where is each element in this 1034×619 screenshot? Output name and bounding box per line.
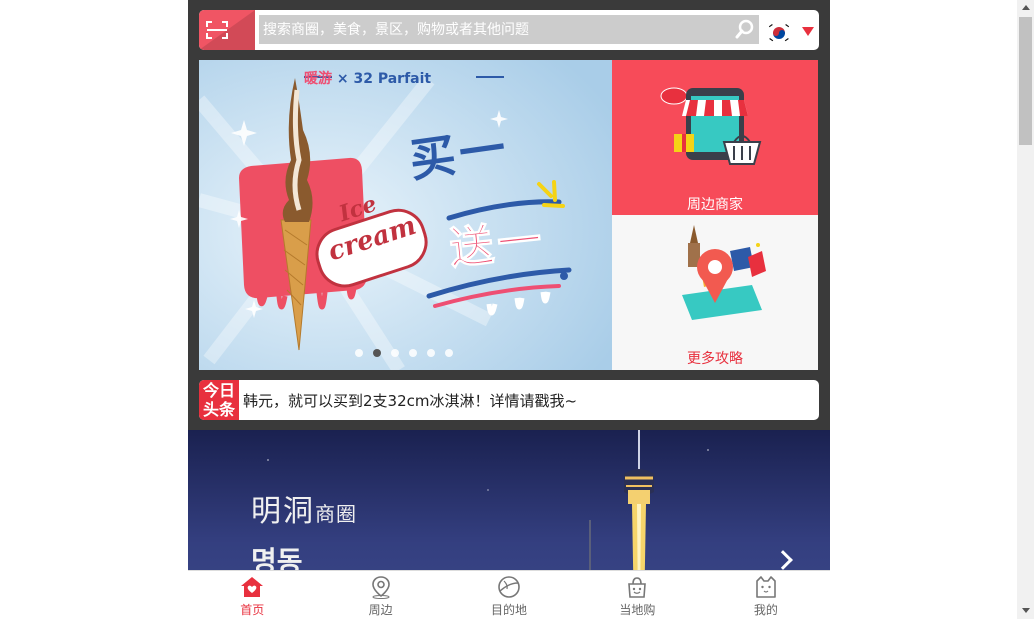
shopping-bag-icon	[628, 577, 647, 598]
shop-cart-icon: NEW	[660, 87, 762, 165]
feature-title: 明洞商圈	[251, 486, 357, 530]
banner-brand-en: 32 Parfait	[353, 71, 432, 87]
carousel-dot[interactable]	[409, 349, 417, 357]
carousel-dots	[355, 349, 453, 357]
tab-profile[interactable]: 我的	[702, 571, 830, 619]
search-icon[interactable]	[734, 19, 756, 41]
tab-home[interactable]: 首页	[188, 571, 316, 619]
viewport: 暖游 × 32 Parfait Ice cream 买一 送一 NEW	[0, 0, 1034, 619]
feature-title-suffix: 商圈	[315, 502, 357, 526]
tab-nearby-label: 周边	[368, 603, 393, 617]
page-scrollbar[interactable]	[1017, 0, 1034, 619]
tab-destination[interactable]: 目的地	[445, 571, 573, 619]
language-dropdown-arrow-icon[interactable]	[802, 27, 814, 36]
carousel-dot[interactable]	[445, 349, 453, 357]
carousel-dot[interactable]	[355, 349, 363, 357]
nearby-merchants-tile[interactable]: NEW 周边商家	[612, 60, 818, 215]
scrollbar-thumb[interactable]	[1019, 17, 1032, 145]
tab-local-shopping[interactable]: 当地购	[573, 571, 701, 619]
tab-destination-label: 目的地	[491, 603, 528, 617]
planet-icon	[498, 576, 520, 598]
more-guides-label: 更多攻略	[687, 351, 743, 367]
carousel-dot[interactable]	[373, 349, 381, 357]
scroll-down-arrow-icon[interactable]	[1022, 608, 1030, 613]
profile-cat-icon	[756, 576, 776, 598]
bottom-tab-bar: 首页 周边 目的地 当地购 我的	[188, 570, 830, 619]
scroll-up-arrow-icon[interactable]	[1022, 5, 1030, 10]
carousel-dot[interactable]	[391, 349, 399, 357]
tab-home-label: 首页	[240, 603, 265, 617]
search-bar	[199, 10, 819, 50]
banner-header-x: ×	[332, 71, 354, 87]
tab-local-shopping-label: 当地购	[619, 603, 656, 617]
mobile-app-frame: 暖游 × 32 Parfait Ice cream 买一 送一 NEW	[188, 0, 830, 619]
tab-profile-label: 我的	[753, 603, 778, 617]
news-headline-text[interactable]: 韩元，就可以买到2支32cm冰淇淋！详情请戳我~	[243, 390, 577, 411]
location-pin-icon	[371, 576, 390, 599]
scan-button[interactable]	[199, 10, 255, 50]
carousel-dot[interactable]	[427, 349, 435, 357]
more-guides-tile[interactable]: 更多攻略	[612, 215, 818, 370]
banner-headline-bottom: 送一	[447, 214, 549, 276]
today-headline-tag-line1: 今日	[202, 381, 235, 400]
nearby-merchants-label: 周边商家	[687, 197, 743, 213]
home-icon	[241, 577, 264, 597]
scan-icon	[206, 21, 228, 39]
search-input[interactable]	[259, 15, 759, 44]
tab-nearby[interactable]: 周边	[316, 571, 444, 619]
banner-header: 暖游 × 32 Parfait	[304, 68, 431, 88]
map-pin-landmarks-icon	[682, 225, 766, 320]
today-headline-tag-line2: 头条	[202, 400, 235, 419]
promo-banner-carousel[interactable]: 暖游 × 32 Parfait Ice cream 买一 送一	[199, 60, 612, 370]
today-headline-tag: 今日 头条	[199, 380, 239, 420]
feature-title-main: 明洞	[251, 494, 315, 529]
news-ticker[interactable]: 今日 头条 韩元，就可以买到2支32cm冰淇淋！详情请戳我~	[199, 380, 819, 420]
banner-headline-top: 买一	[406, 120, 513, 188]
korea-flag-icon[interactable]	[767, 21, 791, 45]
banner-brand-cn: 暖游	[304, 71, 332, 87]
